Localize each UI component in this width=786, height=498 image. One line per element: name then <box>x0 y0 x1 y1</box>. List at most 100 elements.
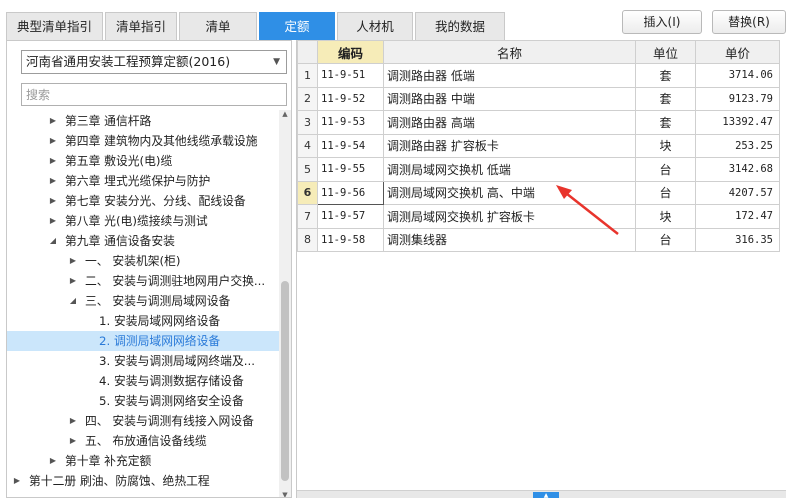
tree-node[interactable]: ▶ 二、 安装与调测驻地网用户交换... <box>7 271 279 291</box>
row-number-cell[interactable]: 5 <box>297 157 318 182</box>
quota-code-cell[interactable]: 11-9-53 <box>317 110 384 135</box>
tab-quota[interactable]: 定额 <box>259 12 336 40</box>
quota-name-cell[interactable]: 调测局域网交换机 高、中端 <box>383 180 636 205</box>
tab-labor-material-machine[interactable]: 人材机 <box>337 12 414 40</box>
column-header-unit[interactable]: 单位 <box>635 40 696 64</box>
quota-name-cell[interactable]: 调测局域网交换机 扩容板卡 <box>383 204 636 229</box>
expand-arrow-icon[interactable]: ▶ <box>67 431 79 451</box>
quota-name-cell[interactable]: 调测路由器 扩容板卡 <box>383 133 636 158</box>
table-row[interactable]: 5 11-9-55 调测局域网交换机 低端台 3142.68 <box>297 157 780 182</box>
row-number-cell[interactable]: 3 <box>297 110 318 135</box>
table-row[interactable]: 2 11-9-52 调测路由器 中端套 9123.79 <box>297 86 780 111</box>
table-row[interactable]: 4 11-9-54 调测路由器 扩容板卡块 253.25 <box>297 133 780 158</box>
table-row[interactable]: 3 11-9-53 调测路由器 高端套 13392.47 <box>297 110 780 135</box>
tree-scrollbar[interactable]: ▲ ▼ <box>279 110 291 497</box>
quota-name-cell[interactable]: 调测路由器 低端 <box>383 63 636 88</box>
tab-my-data[interactable]: 我的数据 <box>415 12 506 40</box>
tree-node[interactable]: 5. 安装与调测网络安全设备 <box>7 391 279 411</box>
quota-unit-cell[interactable]: 块 <box>635 133 696 158</box>
collapse-arrow-icon[interactable]: ◢ <box>47 231 59 251</box>
expand-arrow-icon[interactable]: ▶ <box>67 411 79 431</box>
quota-unit-cell[interactable]: 台 <box>635 180 696 205</box>
table-row[interactable]: 1 11-9-51 调测路由器 低端套 3714.06 <box>297 63 780 88</box>
quota-unit-cell[interactable]: 台 <box>635 157 696 182</box>
scroll-down-icon[interactable]: ▼ <box>279 491 291 497</box>
collapse-arrow-icon[interactable]: ◢ <box>67 291 79 311</box>
tab-bill[interactable]: 清单 <box>179 12 258 40</box>
row-number-cell[interactable]: 4 <box>297 133 318 158</box>
row-number-cell[interactable]: 7 <box>297 204 318 229</box>
quota-price-cell[interactable]: 4207.57 <box>695 180 780 205</box>
quota-unit-cell[interactable]: 台 <box>635 227 696 252</box>
tree-node[interactable]: ▶ 第三章 通信杆路 <box>7 111 279 131</box>
collapse-handle-icon[interactable]: ▲ <box>533 492 559 498</box>
expand-arrow-icon[interactable]: ▶ <box>47 171 59 191</box>
expand-arrow-icon[interactable]: ▶ <box>47 191 59 211</box>
quota-price-cell[interactable]: 3142.68 <box>695 157 780 182</box>
search-input[interactable] <box>21 83 287 106</box>
quota-code-cell[interactable]: 11-9-51 <box>317 63 384 88</box>
panel-splitter[interactable]: ▲ <box>297 490 786 498</box>
quota-price-cell[interactable]: 316.35 <box>695 227 780 252</box>
quota-price-cell[interactable]: 253.25 <box>695 133 780 158</box>
column-header-name[interactable]: 名称 <box>383 40 636 64</box>
expand-arrow-icon[interactable]: ▶ <box>67 251 79 271</box>
quota-code-cell[interactable]: 11-9-52 <box>317 86 384 111</box>
tree-node[interactable]: ▶ 第五章 敷设光(电)缆 <box>7 151 279 171</box>
expand-arrow-icon[interactable]: ▶ <box>47 451 59 471</box>
tree-node[interactable]: ▶ 第十章 补充定额 <box>7 451 279 471</box>
tree-node[interactable]: 4. 安装与调测数据存储设备 <box>7 371 279 391</box>
quota-code-cell[interactable]: 11-9-54 <box>317 133 384 158</box>
table-row[interactable]: 8 11-9-58 调测集线器台 316.35 <box>297 227 780 252</box>
tree-node[interactable]: ▶ 第七章 安装分光、分线、配线设备 <box>7 191 279 211</box>
quota-library-select[interactable]: 河南省通用安装工程预算定额(2016) ▼ <box>21 50 287 74</box>
quota-code-cell[interactable]: 11-9-55 <box>317 157 384 182</box>
quota-price-cell[interactable]: 9123.79 <box>695 86 780 111</box>
tree-node[interactable]: ▶ 一、 安装机架(柜) <box>7 251 279 271</box>
expand-arrow-icon[interactable]: ▶ <box>67 271 79 291</box>
scroll-up-icon[interactable]: ▲ <box>279 110 291 118</box>
quota-name-cell[interactable]: 调测局域网交换机 低端 <box>383 157 636 182</box>
quota-code-cell[interactable]: 11-9-56 <box>317 180 384 205</box>
table-row[interactable]: 6 11-9-56 调测局域网交换机 高、中端台 4207.57 <box>297 180 780 205</box>
tree-node[interactable]: ◢ 第九章 通信设备安装 <box>7 231 279 251</box>
tree-node[interactable]: ▶ 第八章 光(电)缆接续与测试 <box>7 211 279 231</box>
column-header-code[interactable]: 编码 <box>317 40 384 64</box>
quota-price-cell[interactable]: 3714.06 <box>695 63 780 88</box>
expand-arrow-icon[interactable]: ▶ <box>47 131 59 151</box>
row-number-cell[interactable]: 2 <box>297 86 318 111</box>
expand-arrow-icon[interactable]: ▶ <box>47 211 59 231</box>
row-number-cell[interactable]: 1 <box>297 63 318 88</box>
quota-unit-cell[interactable]: 套 <box>635 110 696 135</box>
quota-name-cell[interactable]: 调测集线器 <box>383 227 636 252</box>
insert-button[interactable]: 插入(I) <box>622 10 702 34</box>
tree-node[interactable]: 3. 安装与调测局域网终端及... <box>7 351 279 371</box>
quota-unit-cell[interactable]: 套 <box>635 63 696 88</box>
row-number-cell[interactable]: 6 <box>297 180 318 205</box>
quota-unit-cell[interactable]: 块 <box>635 204 696 229</box>
tree-node[interactable]: ▶ 第四章 建筑物内及其他线缆承载设施 <box>7 131 279 151</box>
quota-code-cell[interactable]: 11-9-58 <box>317 227 384 252</box>
tree-node[interactable]: 2. 调测局域网网络设备 <box>7 331 279 351</box>
tree-node[interactable]: ▶ 四、 安装与调测有线接入网设备 <box>7 411 279 431</box>
tree-node[interactable]: ▶ 第十二册 刷油、防腐蚀、绝热工程 <box>7 471 279 491</box>
tree-node[interactable]: ◢ 三、 安装与调测局域网设备 <box>7 291 279 311</box>
replace-button[interactable]: 替换(R) <box>712 10 786 34</box>
expand-arrow-icon[interactable]: ▶ <box>11 471 23 491</box>
quota-name-cell[interactable]: 调测路由器 中端 <box>383 86 636 111</box>
tab-typical-bill-guide[interactable]: 典型清单指引 <box>6 12 104 40</box>
expand-arrow-icon[interactable]: ▶ <box>47 151 59 171</box>
quota-code-cell[interactable]: 11-9-57 <box>317 204 384 229</box>
quota-unit-cell[interactable]: 套 <box>635 86 696 111</box>
quota-price-cell[interactable]: 172.47 <box>695 204 780 229</box>
tree-node[interactable]: ▶ 第六章 埋式光缆保护与防护 <box>7 171 279 191</box>
expand-arrow-icon[interactable]: ▶ <box>47 111 59 131</box>
tree-node[interactable]: 1. 安装局域网网络设备 <box>7 311 279 331</box>
quota-price-cell[interactable]: 13392.47 <box>695 110 780 135</box>
row-number-cell[interactable]: 8 <box>297 227 318 252</box>
quota-name-cell[interactable]: 调测路由器 高端 <box>383 110 636 135</box>
scroll-thumb[interactable] <box>281 281 289 481</box>
tab-bill-guide[interactable]: 清单指引 <box>105 12 178 40</box>
column-header-price[interactable]: 单价 <box>695 40 780 64</box>
tree-node[interactable]: ▶ 五、 布放通信设备线缆 <box>7 431 279 451</box>
